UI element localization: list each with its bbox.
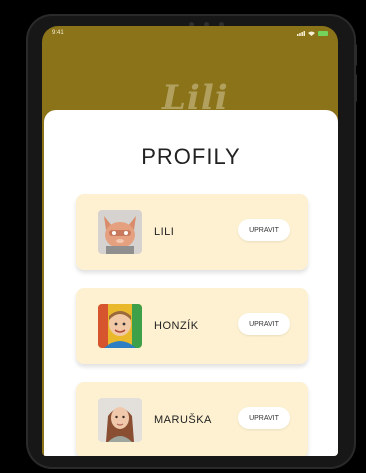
status-bar: 9:41 bbox=[42, 26, 338, 40]
app-screen: 9:41 Lili PROFILY LILI UPRAVIT HONZÍK UP… bbox=[42, 26, 338, 456]
status-time: 9:41 bbox=[52, 30, 64, 36]
profile-name: MARUŠKA bbox=[154, 414, 212, 426]
wifi-icon bbox=[308, 31, 315, 36]
profile-name: HONZÍK bbox=[154, 320, 199, 332]
page-title: PROFILY bbox=[141, 144, 241, 169]
profile-name: LILI bbox=[154, 226, 175, 238]
edit-profile-button[interactable]: UPRAVIT bbox=[238, 219, 290, 241]
profile-card-honzik[interactable]: HONZÍK UPRAVIT bbox=[76, 288, 308, 364]
profile-card-maruska[interactable]: MARUŠKA UPRAVIT bbox=[76, 382, 308, 456]
profiles-sheet: PROFILY LILI UPRAVIT HONZÍK UPRAVIT MARU… bbox=[44, 110, 338, 456]
girl-photo-icon bbox=[98, 398, 142, 442]
profile-card-lili[interactable]: LILI UPRAVIT bbox=[76, 194, 308, 270]
status-icons bbox=[297, 30, 328, 36]
battery-icon bbox=[318, 30, 328, 36]
boy-photo-icon bbox=[98, 304, 142, 348]
cat-avatar-icon bbox=[98, 210, 142, 254]
edit-profile-button[interactable]: UPRAVIT bbox=[238, 313, 290, 335]
volume-button bbox=[354, 74, 357, 102]
edit-profile-button[interactable]: UPRAVIT bbox=[238, 407, 290, 429]
signal-icon bbox=[297, 30, 305, 36]
side-button bbox=[354, 44, 357, 66]
